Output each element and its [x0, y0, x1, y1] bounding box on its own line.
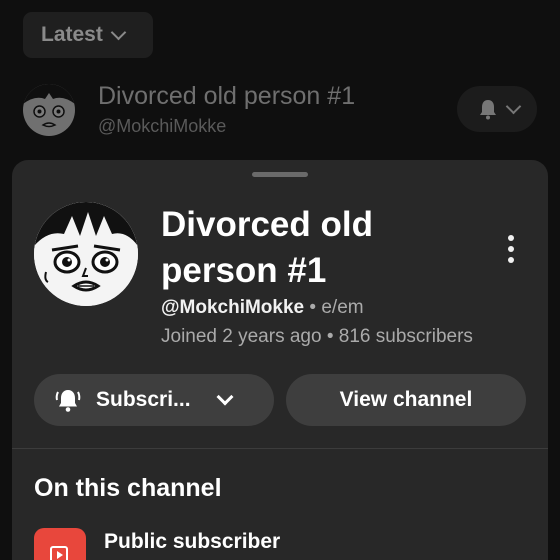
separator-dot: • [309, 297, 317, 318]
more-options-icon[interactable] [498, 232, 524, 266]
drag-handle[interactable] [252, 172, 308, 177]
chevron-down-icon [505, 98, 521, 114]
background-channel-avatar[interactable] [23, 84, 75, 136]
divider [12, 448, 548, 449]
channel-pronouns: e/em [321, 297, 364, 318]
channel-meta-line: Joined 2 years ago • 816 subscribers [161, 326, 473, 348]
list-item-label[interactable]: Public subscriber [104, 530, 280, 554]
channel-bottom-sheet: Divorced old person #1 @MokchiMokke • e/… [12, 160, 548, 560]
bell-icon [55, 390, 81, 412]
bell-icon [479, 100, 496, 120]
subscriber-count: 816 subscribers [338, 326, 473, 347]
channel-handle-line: @MokchiMokke • e/em [161, 297, 364, 319]
chevron-down-icon [216, 388, 234, 406]
playlist-icon[interactable] [34, 528, 86, 560]
background-notification-button[interactable] [457, 86, 537, 132]
view-channel-button[interactable]: View channel [286, 374, 526, 426]
joined-date: Joined 2 years ago [161, 326, 322, 347]
latest-filter-chip[interactable]: Latest [23, 12, 153, 58]
channel-name: Divorced old person #1 [161, 205, 373, 290]
latest-filter-label: Latest [41, 23, 103, 46]
background-channel-name: Divorced old person #1 [98, 82, 356, 110]
background-channel-handle: @MokchiMokke [98, 116, 227, 136]
channel-handle: @MokchiMokke [161, 297, 305, 318]
subscribed-button[interactable]: Subscri... [34, 374, 274, 426]
screen: Latest Divorced old person #1 @MokchiMok… [0, 0, 560, 560]
chevron-down-icon [110, 24, 127, 40]
subscribe-label: Subscri... [96, 388, 191, 411]
view-channel-label: View channel [339, 388, 473, 411]
section-heading: On this channel [34, 474, 222, 502]
channel-avatar[interactable] [34, 202, 138, 306]
separator-dot: • [326, 326, 334, 347]
